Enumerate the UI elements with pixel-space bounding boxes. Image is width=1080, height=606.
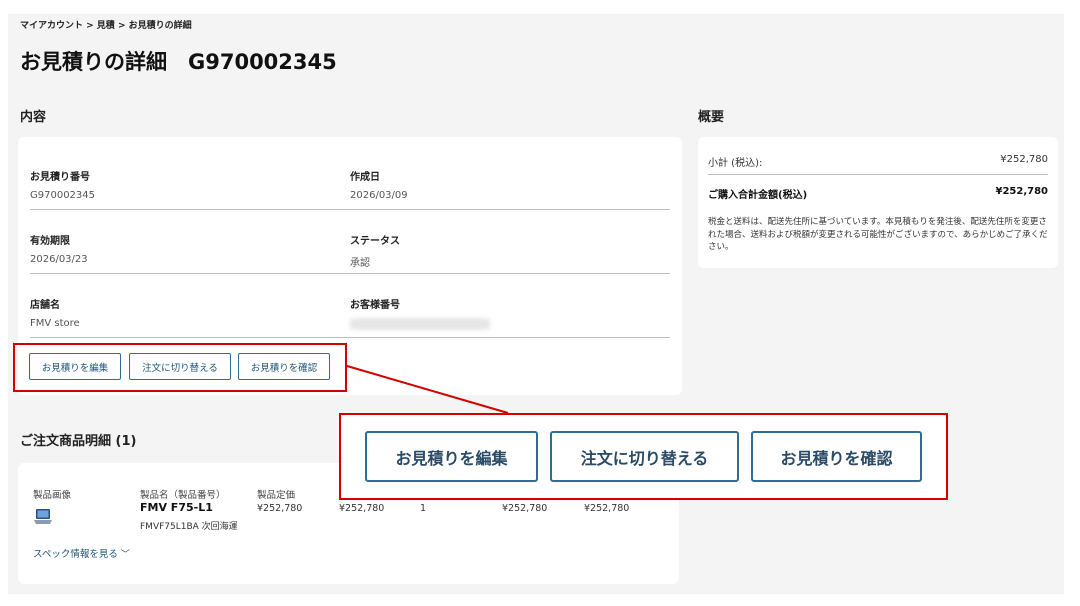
- customer-number-value-redacted: [350, 318, 490, 330]
- details-heading: 内容: [20, 110, 47, 125]
- total-cell: ¥252,780: [584, 503, 630, 514]
- spec-info-label: スペック情報を見る: [33, 549, 118, 560]
- quantity-cell: 1: [420, 503, 427, 514]
- order-items-heading: ご注文商品明細 (1): [20, 434, 137, 449]
- product-code: FMVF75L1BA 次回海運: [140, 522, 238, 532]
- column-header-price: 製品定価: [257, 490, 296, 501]
- divider: [30, 337, 670, 338]
- spec-info-link[interactable]: スペック情報を見る ﹀: [33, 546, 130, 560]
- product-name[interactable]: FMV F75-L1: [140, 501, 213, 514]
- edit-quote-button-zoomed[interactable]: お見積りを編集: [365, 431, 538, 482]
- divider: [30, 273, 670, 274]
- created-date-value: 2026/03/09: [350, 190, 408, 201]
- divider: [30, 209, 670, 210]
- status-value: 承認: [350, 258, 370, 269]
- total-label: ご購入合計金額(税込): [708, 190, 808, 201]
- created-date-label: 作成日: [350, 172, 380, 183]
- column-header-image: 製品画像: [33, 490, 72, 501]
- subtotal-label: 小計 (税込):: [708, 158, 763, 169]
- chevron-down-icon: ﹀: [120, 550, 130, 560]
- expiry-date-label: 有効期限: [30, 236, 70, 247]
- quote-number-value: G970002345: [30, 190, 96, 201]
- laptop-icon[interactable]: [33, 508, 53, 526]
- breadcrumb[interactable]: マイアカウント > 見積 > お見積りの詳細: [20, 18, 192, 31]
- customer-number-label: お客様番号: [350, 300, 400, 311]
- subtotal-cell: ¥252,780: [502, 503, 548, 514]
- column-header-name: 製品名（製品番号）: [140, 490, 226, 501]
- expiry-date-value: 2026/03/23: [30, 254, 88, 265]
- button-group-highlight: [13, 343, 347, 392]
- quote-number-label: お見積り番号: [30, 172, 90, 183]
- store-name-label: 店舗名: [30, 300, 60, 311]
- sale-price-cell: ¥252,780: [339, 503, 385, 514]
- tax-shipping-note: 税金と送料は、配送先住所に基づいています。本見積もりを発注後、配送先住所を変更さ…: [708, 217, 1048, 252]
- page-title: お見積りの詳細 G970002345: [20, 50, 337, 74]
- store-name-value: FMV store: [30, 318, 80, 329]
- confirm-quote-button-zoomed[interactable]: お見積りを確認: [751, 431, 922, 482]
- total-value: ¥252,780: [995, 186, 1048, 197]
- status-label: ステータス: [350, 236, 400, 247]
- convert-to-order-button-zoomed[interactable]: 注文に切り替える: [550, 431, 739, 482]
- divider: [708, 174, 1048, 175]
- subtotal-value: ¥252,780: [1000, 154, 1048, 165]
- list-price-cell: ¥252,780: [257, 503, 303, 514]
- summary-heading: 概要: [698, 110, 725, 125]
